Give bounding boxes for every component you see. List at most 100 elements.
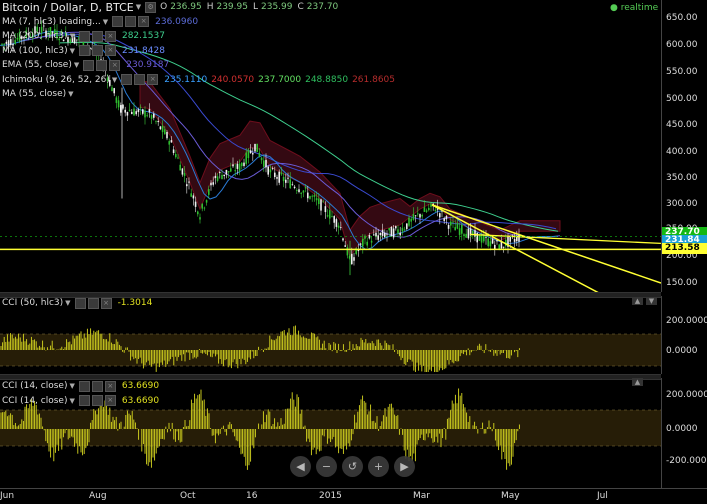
close-icon[interactable]: × xyxy=(104,45,116,57)
indicator-dropdown-icon[interactable]: ▼ xyxy=(74,61,79,69)
indicator-row-ma55[interactable]: MA (55, close) ▼ xyxy=(2,87,395,102)
ohlc-high-label: H xyxy=(206,2,214,13)
close-icon[interactable]: × xyxy=(104,30,116,42)
candle-body xyxy=(313,195,316,197)
reset-button[interactable]: ↺ xyxy=(342,456,363,477)
settings-icon[interactable] xyxy=(125,16,137,28)
indicator-row-ema55[interactable]: EMA (55, close) ▼ × 230.9187 xyxy=(2,58,395,73)
visibility-icon[interactable] xyxy=(74,297,86,309)
candle-body xyxy=(326,215,329,217)
visibility-icon[interactable] xyxy=(83,59,95,71)
candle-body xyxy=(412,214,415,220)
candle-body xyxy=(249,150,252,154)
symbol-row: Bitcoin / Dollar, D, BTCE ▼ ⚙ O 236.95 H… xyxy=(2,0,395,15)
indicator-dropdown-icon[interactable]: ▼ xyxy=(69,397,74,405)
close-icon[interactable]: × xyxy=(104,380,116,392)
indicator-label[interactable]: EMA (55, close) xyxy=(2,60,72,70)
symbol-dropdown-icon[interactable]: ▼ xyxy=(136,3,141,11)
visibility-icon[interactable] xyxy=(121,74,133,86)
visibility-icon[interactable] xyxy=(78,45,90,57)
indicator-dropdown-icon[interactable]: ▼ xyxy=(103,18,108,26)
candle-body xyxy=(399,232,401,236)
candle-body xyxy=(485,236,487,238)
candle-body xyxy=(254,143,256,152)
indicator-label[interactable]: MA (7, hlc3) loading... xyxy=(2,17,101,27)
settings-icon[interactable] xyxy=(96,59,108,71)
candle-body xyxy=(491,238,494,244)
indicator-label[interactable]: MA (55, close) xyxy=(2,89,66,99)
scroll-right-button[interactable]: ▶ xyxy=(394,456,415,477)
indicator-row-ma7[interactable]: MA (7, hlc3) loading... ▼ × 236.0960 xyxy=(2,15,395,30)
candle-body xyxy=(353,257,355,261)
realtime-indicator: ● realtime xyxy=(610,3,658,13)
time-label: 16 xyxy=(246,491,258,501)
indicator-label[interactable]: CCI (14, close) xyxy=(2,381,67,391)
candle-body xyxy=(329,210,331,219)
pane-up-icon[interactable]: ▲ xyxy=(632,378,643,386)
candle-body xyxy=(142,109,144,114)
pane-up-icon[interactable]: ▲ xyxy=(632,297,643,305)
indicator-label[interactable]: MA (100, hlc3) xyxy=(2,46,68,56)
indicator-row-ma200[interactable]: MA (200, hlc3) ▼ × 282.1537 xyxy=(2,29,395,44)
close-icon[interactable]: × xyxy=(104,395,116,407)
settings-icon[interactable] xyxy=(91,30,103,42)
cci2-legend: CCI (14, close) ▼ × 63.6690 CCI (14, clo… xyxy=(2,379,159,408)
candle-body xyxy=(487,238,489,247)
close-icon[interactable]: × xyxy=(109,59,121,71)
candle-body xyxy=(223,174,225,177)
zoom-out-button[interactable]: − xyxy=(316,456,337,477)
indicator-label[interactable]: CCI (50, hlc3) xyxy=(2,298,63,308)
close-icon[interactable]: × xyxy=(138,16,150,28)
cci2-scale[interactable]: 200.0000 0.0000 -200.0000 xyxy=(661,378,707,488)
indicator-row-ichimoku[interactable]: Ichimoku (9, 26, 52, 26) ▼ × 235.1110 24… xyxy=(2,73,395,88)
candle-body xyxy=(458,228,461,235)
candle-body xyxy=(304,187,307,189)
close-icon[interactable]: × xyxy=(100,297,112,309)
candle-body xyxy=(144,110,146,118)
visibility-icon[interactable] xyxy=(78,30,90,42)
indicator-label[interactable]: CCI (14, close) xyxy=(2,396,67,406)
candle-body xyxy=(170,140,173,143)
indicator-value: 63.6690 xyxy=(121,381,160,392)
candle-body xyxy=(397,229,399,234)
settings-icon[interactable] xyxy=(91,45,103,57)
candle-body xyxy=(322,201,324,203)
candle-body xyxy=(179,164,181,171)
pane-down-icon[interactable]: ▼ xyxy=(646,297,657,305)
indicator-label[interactable]: Ichimoku (9, 26, 52, 26) xyxy=(2,75,110,85)
trend-line xyxy=(431,204,661,284)
close-icon[interactable]: × xyxy=(147,74,159,86)
indicator-row-ma100[interactable]: MA (100, hlc3) ▼ × 231.8428 xyxy=(2,44,395,59)
time-label: Oct xyxy=(180,491,196,501)
settings-icon[interactable]: ⚙ xyxy=(145,1,157,13)
cci1-scale[interactable]: 200.0000 0.0000 xyxy=(661,296,707,374)
indicator-dropdown-icon[interactable]: ▼ xyxy=(69,382,74,390)
candle-body xyxy=(236,163,239,169)
candle-body xyxy=(146,115,148,117)
candle-body xyxy=(414,215,417,217)
indicator-dropdown-icon[interactable]: ▼ xyxy=(70,47,75,55)
indicator-dropdown-icon[interactable]: ▼ xyxy=(65,299,70,307)
settings-icon[interactable] xyxy=(91,395,103,407)
visibility-icon[interactable] xyxy=(78,395,90,407)
symbol-title[interactable]: Bitcoin / Dollar, D, BTCE xyxy=(2,1,134,14)
settings-icon[interactable] xyxy=(134,74,146,86)
ohlc-open-label: O xyxy=(160,2,168,13)
candle-body xyxy=(463,234,465,237)
time-axis[interactable]: Jun Aug Oct 16 2015 Mar May Jul xyxy=(0,488,707,504)
candle-body xyxy=(274,172,276,178)
visibility-icon[interactable] xyxy=(78,380,90,392)
candle-body xyxy=(428,207,430,210)
indicator-dropdown-icon[interactable]: ▼ xyxy=(68,90,73,98)
indicator-dropdown-icon[interactable]: ▼ xyxy=(112,76,117,84)
zoom-in-button[interactable]: + xyxy=(368,456,389,477)
price-scale[interactable]: 650.00 600.00 550.00 500.00 450.00 400.0… xyxy=(661,0,707,292)
settings-icon[interactable] xyxy=(87,297,99,309)
scroll-left-button[interactable]: ◀ xyxy=(290,456,311,477)
candle-body xyxy=(474,230,476,237)
candle-body xyxy=(423,207,426,212)
indicator-dropdown-icon[interactable]: ▼ xyxy=(70,32,75,40)
indicator-label[interactable]: MA (200, hlc3) xyxy=(2,31,68,41)
settings-icon[interactable] xyxy=(91,380,103,392)
visibility-icon[interactable] xyxy=(112,16,124,28)
